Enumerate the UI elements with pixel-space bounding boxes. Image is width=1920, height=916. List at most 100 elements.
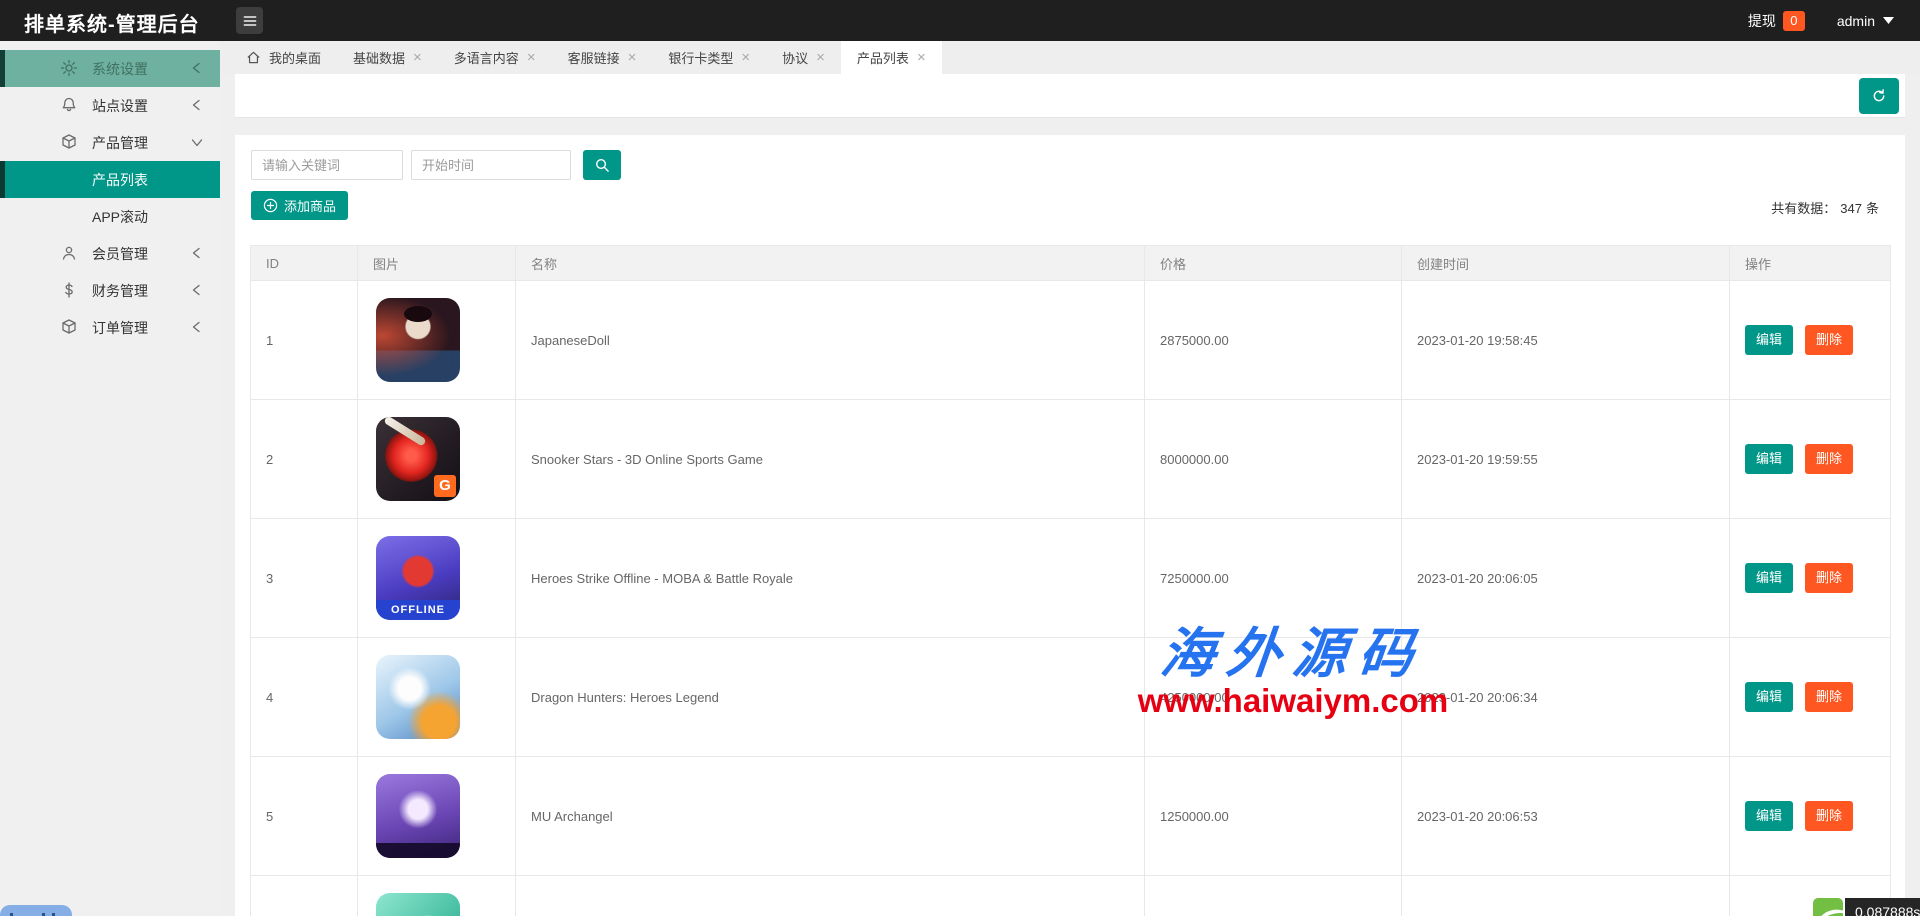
cell-id: 4 bbox=[251, 638, 358, 757]
withdraw-link[interactable]: 提现 bbox=[1748, 11, 1776, 31]
sidebar-item-app-scroll[interactable]: APP滚动 bbox=[0, 198, 220, 235]
edit-button[interactable]: 编辑 bbox=[1745, 563, 1793, 593]
plus-circle-icon bbox=[263, 198, 278, 213]
tab-my-desktop[interactable]: 我的桌面 bbox=[230, 41, 337, 74]
sidebar-item-finance-management[interactable]: 财务管理 bbox=[0, 272, 220, 309]
cell-created: 2023-01-20 19:59:55 bbox=[1402, 400, 1730, 519]
edit-button[interactable]: 编辑 bbox=[1745, 682, 1793, 712]
cell-name: MU Archangel bbox=[516, 757, 1145, 876]
topbar-right: 提现 0 admin bbox=[1748, 0, 1894, 41]
sidebar-item-label: 站点设置 bbox=[92, 96, 148, 116]
sidebar-item-label: 会员管理 bbox=[92, 244, 148, 264]
sidebar-item-member-management[interactable]: 会员管理 bbox=[0, 235, 220, 272]
chevron-left-icon bbox=[189, 319, 205, 335]
bell-icon bbox=[60, 96, 78, 114]
sidebar-item-label: APP滚动 bbox=[92, 207, 148, 227]
delete-button[interactable]: 删除 bbox=[1805, 682, 1853, 712]
leaf-icon[interactable] bbox=[1813, 898, 1843, 916]
cell-name: Heroes Strike Offline - MOBA & Battle Ro… bbox=[516, 519, 1145, 638]
search-icon bbox=[594, 157, 610, 173]
user-menu[interactable]: admin bbox=[1837, 13, 1894, 29]
japanese-doll-app-icon bbox=[376, 298, 460, 382]
edit-button[interactable]: 编辑 bbox=[1745, 444, 1793, 474]
add-product-button[interactable]: 添加商品 bbox=[251, 191, 348, 220]
admin-page: 排单系统-管理后台 提现 0 admin 系统设置 bbox=[0, 0, 1920, 916]
table-row: 4 Dragon Hunters: Heroes Legend 4250000.… bbox=[251, 638, 1891, 757]
tab-label: 协议 bbox=[782, 48, 808, 67]
tab-bar: 我的桌面 基础数据 × 多语言内容 × 客服链接 × 银行卡类型 × 协议 × … bbox=[220, 41, 1920, 74]
tab-product-list[interactable]: 产品列表 × bbox=[841, 41, 942, 74]
close-icon[interactable]: × bbox=[413, 50, 422, 65]
tab-customer-service-link[interactable]: 客服链接 × bbox=[552, 41, 653, 74]
dollar-icon bbox=[60, 281, 78, 299]
edit-button[interactable]: 编辑 bbox=[1745, 325, 1793, 355]
cell-id: 2 bbox=[251, 400, 358, 519]
sidebar-item-label: 系统设置 bbox=[92, 59, 148, 79]
performance-widget: 0.087888s bbox=[1813, 898, 1920, 916]
sidebar-item-order-management[interactable]: 订单管理 bbox=[0, 309, 220, 346]
content-card: 添加商品 共有数据：347条 ID 图片 名称 价格 创建时间 操作 bbox=[235, 135, 1905, 916]
cell-price bbox=[1145, 876, 1402, 916]
col-header-created: 创建时间 bbox=[1402, 246, 1730, 281]
table-header-row: ID 图片 名称 价格 创建时间 操作 bbox=[251, 246, 1891, 281]
start-time-input[interactable] bbox=[411, 150, 571, 180]
chevron-down-icon bbox=[189, 134, 205, 150]
close-icon[interactable]: × bbox=[917, 50, 926, 65]
sidebar-item-product-management[interactable]: 产品管理 bbox=[0, 124, 220, 161]
close-icon[interactable]: × bbox=[816, 50, 825, 65]
sidebar-item-site-settings[interactable]: 站点设置 bbox=[0, 87, 220, 124]
tab-label: 多语言内容 bbox=[454, 48, 519, 67]
col-header-id: ID bbox=[251, 246, 358, 281]
tab-multilanguage[interactable]: 多语言内容 × bbox=[438, 41, 552, 74]
close-icon[interactable]: × bbox=[741, 50, 750, 65]
teal-app-icon-partial bbox=[376, 893, 460, 916]
gear-icon bbox=[60, 59, 78, 77]
table-row: 5 MU Archangel 1250000.00 2023-01-20 20:… bbox=[251, 757, 1891, 876]
close-icon[interactable]: × bbox=[527, 50, 536, 65]
app-icon-badge: OFFLINE bbox=[376, 600, 460, 620]
sidebar-item-label: 产品列表 bbox=[92, 170, 148, 190]
total-value: 347 bbox=[1840, 201, 1862, 216]
refresh-icon bbox=[1870, 87, 1888, 105]
cell-created bbox=[1402, 876, 1730, 916]
table-row: 1 JapaneseDoll 2875000.00 2023-01-20 19:… bbox=[251, 281, 1891, 400]
app-icon-badge: G bbox=[434, 475, 456, 497]
refresh-button[interactable] bbox=[1859, 78, 1899, 114]
cell-name: Dragon Hunters: Heroes Legend bbox=[516, 638, 1145, 757]
sidebar-item-product-list[interactable]: 产品列表 bbox=[0, 161, 220, 198]
tab-label: 基础数据 bbox=[353, 48, 405, 67]
search-button[interactable] bbox=[583, 150, 621, 180]
delete-button[interactable]: 删除 bbox=[1805, 563, 1853, 593]
tab-label: 我的桌面 bbox=[269, 48, 321, 67]
tab-label: 客服链接 bbox=[568, 48, 620, 67]
tab-agreement[interactable]: 协议 × bbox=[766, 41, 841, 74]
close-icon[interactable]: × bbox=[628, 50, 637, 65]
chat-widget-stub[interactable] bbox=[0, 905, 72, 916]
withdraw-count-badge[interactable]: 0 bbox=[1783, 11, 1805, 31]
cell-price: 7250000.00 bbox=[1145, 519, 1402, 638]
cell-price: 1250000.00 bbox=[1145, 757, 1402, 876]
tab-basic-data[interactable]: 基础数据 × bbox=[337, 41, 438, 74]
cell-created: 2023-01-20 20:06:53 bbox=[1402, 757, 1730, 876]
load-time-badge: 0.087888s bbox=[1845, 898, 1920, 916]
user-icon bbox=[60, 244, 78, 262]
keyword-input[interactable] bbox=[251, 150, 403, 180]
sidebar-item-system-settings[interactable]: 系统设置 bbox=[0, 50, 220, 87]
dragon-hunters-app-icon bbox=[376, 655, 460, 739]
hamburger-icon[interactable] bbox=[236, 7, 263, 34]
cell-name bbox=[516, 876, 1145, 916]
cube-icon bbox=[60, 318, 78, 336]
delete-button[interactable]: 删除 bbox=[1805, 444, 1853, 474]
home-icon bbox=[246, 50, 261, 65]
col-header-name: 名称 bbox=[516, 246, 1145, 281]
table-row: 2 G Snooker Stars - 3D Online Sports Gam… bbox=[251, 400, 1891, 519]
delete-button[interactable]: 删除 bbox=[1805, 325, 1853, 355]
edit-button[interactable]: 编辑 bbox=[1745, 801, 1793, 831]
sidebar-item-label: 财务管理 bbox=[92, 281, 148, 301]
tab-bank-card-type[interactable]: 银行卡类型 × bbox=[652, 41, 766, 74]
delete-button[interactable]: 删除 bbox=[1805, 801, 1853, 831]
tab-label: 产品列表 bbox=[857, 48, 909, 67]
cell-price: 8000000.00 bbox=[1145, 400, 1402, 519]
chevron-left-icon bbox=[189, 282, 205, 298]
product-table-wrap: ID 图片 名称 价格 创建时间 操作 1 JapaneseDoll 28750… bbox=[250, 245, 1890, 916]
